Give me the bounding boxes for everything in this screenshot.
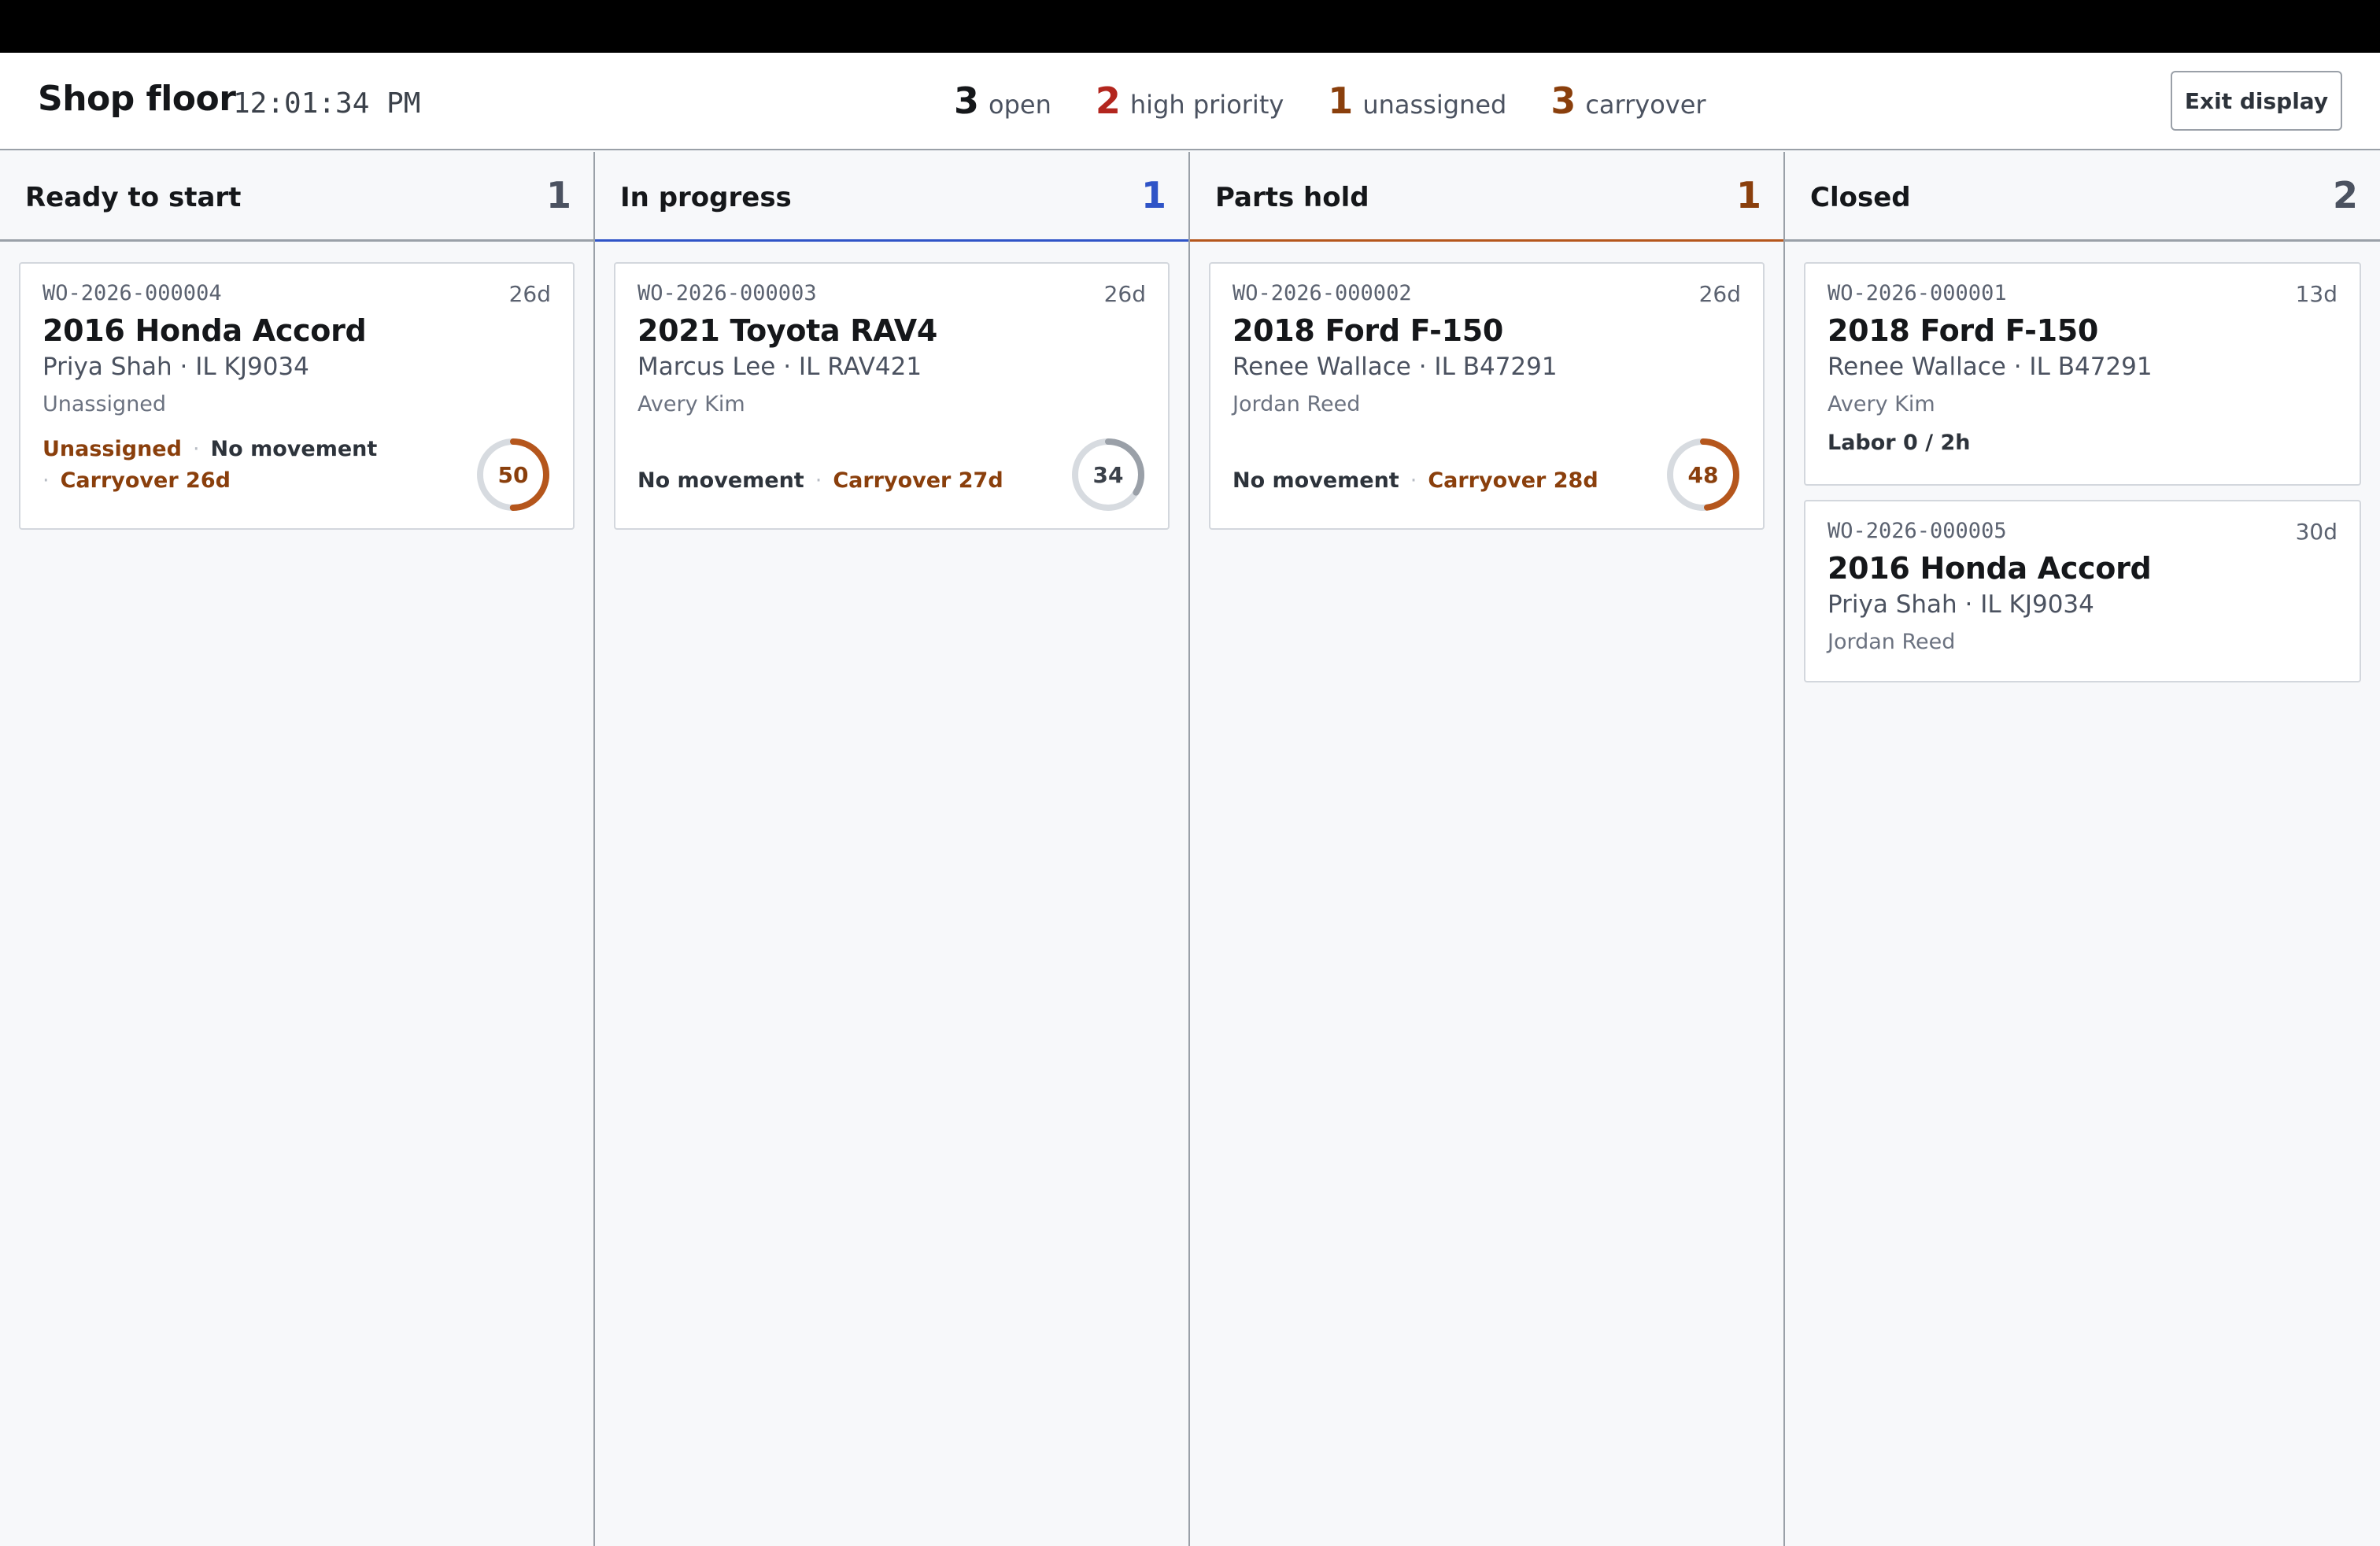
stat-label: carryover — [1585, 90, 1706, 120]
work-order-age: 26d — [1698, 281, 1741, 307]
work-order-age: 30d — [2295, 519, 2338, 545]
card-list: WO-2026-000002 26d 2018 Ford F-150 Renee… — [1190, 242, 1783, 530]
customer-plate: Priya Shah · IL KJ9034 — [42, 353, 309, 381]
header: Shop floor 12:01:34 PM 3 open 2 high pri… — [0, 53, 2380, 150]
work-order-age: 26d — [508, 281, 551, 307]
flag-no-movement: No movement — [638, 468, 804, 493]
column-header: In progress 1 — [595, 152, 1188, 242]
vehicle-name: 2016 Honda Accord — [42, 313, 367, 348]
vehicle-name: 2018 Ford F-150 — [1828, 313, 2099, 348]
separator-dot: · — [192, 437, 200, 461]
progress-value: 34 — [1093, 462, 1124, 488]
progress-ring: 50 — [477, 438, 549, 511]
stat-label: unassigned — [1362, 90, 1507, 120]
work-order-card[interactable]: WO-2026-000002 26d 2018 Ford F-150 Renee… — [1209, 262, 1765, 530]
clock: 12:01:34 PM — [233, 87, 421, 120]
column-header: Parts hold 1 — [1190, 152, 1783, 242]
separator-dot: · — [815, 468, 822, 493]
status-flags: No movement · Carryover 28d — [1232, 465, 1642, 497]
column-count: 1 — [1735, 174, 1761, 216]
work-order-number: WO-2026-000003 — [638, 281, 817, 305]
column-title: Closed — [1810, 182, 1911, 213]
column-title: In progress — [620, 182, 792, 213]
work-order-number: WO-2026-000005 — [1828, 519, 2007, 543]
column-count: 1 — [545, 174, 571, 216]
technician: Jordan Reed — [1828, 630, 1956, 654]
flag-no-movement: No movement — [1232, 468, 1399, 493]
flag-carryover: Carryover 28d — [1428, 468, 1598, 493]
vehicle-name: 2016 Honda Accord — [1828, 551, 2152, 586]
separator-dot: · — [42, 468, 50, 493]
work-order-number: WO-2026-000001 — [1828, 281, 2007, 305]
customer-plate: Renee Wallace · IL B47291 — [1232, 353, 1558, 381]
vehicle-name: 2021 Toyota RAV4 — [638, 313, 938, 348]
column-ready-to-start: Ready to start 1 WO-2026-000004 26d 2016… — [0, 152, 595, 1546]
column-title: Ready to start — [25, 182, 242, 213]
stat-unassigned: 1 unassigned — [1328, 80, 1506, 122]
column-header: Ready to start 1 — [0, 152, 593, 242]
flag-unassigned: Unassigned — [42, 437, 182, 461]
work-order-card[interactable]: WO-2026-000001 13d 2018 Ford F-150 Renee… — [1804, 262, 2361, 486]
card-list: WO-2026-000003 26d 2021 Toyota RAV4 Marc… — [595, 242, 1188, 530]
customer-plate: Marcus Lee · IL RAV421 — [638, 353, 922, 381]
progress-value: 48 — [1688, 462, 1719, 488]
column-count: 1 — [1140, 174, 1166, 216]
technician: Jordan Reed — [1232, 392, 1361, 416]
customer-plate: Renee Wallace · IL B47291 — [1828, 353, 2153, 381]
flag-no-movement: No movement — [210, 437, 378, 461]
vehicle-name: 2018 Ford F-150 — [1232, 313, 1504, 348]
column-count: 2 — [2332, 174, 2358, 216]
summary-stats: 3 open 2 high priority 1 unassigned 3 ca… — [954, 80, 1706, 127]
column-title: Parts hold — [1215, 182, 1369, 213]
labor-hours: Labor 0 / 2h — [1828, 431, 1971, 455]
status-flags: No movement · Carryover 27d — [638, 465, 1047, 497]
work-order-age: 26d — [1103, 281, 1146, 307]
column-closed: Closed 2 WO-2026-000001 13d 2018 Ford F-… — [1785, 152, 2380, 1546]
progress-ring: 34 — [1072, 438, 1144, 511]
technician: Unassigned — [42, 392, 167, 416]
status-flags: Unassigned · No movement · Carryover 26d — [42, 434, 452, 497]
stat-value: 3 — [1550, 80, 1576, 122]
stat-value: 2 — [1095, 80, 1121, 122]
stat-label: open — [989, 90, 1051, 120]
board-columns: Ready to start 1 WO-2026-000004 26d 2016… — [0, 152, 2380, 1546]
card-list: WO-2026-000001 13d 2018 Ford F-150 Renee… — [1785, 242, 2380, 682]
work-order-card[interactable]: WO-2026-000005 30d 2016 Honda Accord Pri… — [1804, 500, 2361, 682]
top-black-bar — [0, 0, 2380, 53]
progress-value: 50 — [498, 462, 529, 488]
column-in-progress: In progress 1 WO-2026-000003 26d 2021 To… — [595, 152, 1190, 1546]
flag-carryover: Carryover 27d — [833, 468, 1003, 493]
stat-label: high priority — [1129, 90, 1284, 120]
column-parts-hold: Parts hold 1 WO-2026-000002 26d 2018 For… — [1190, 152, 1785, 1546]
technician: Avery Kim — [638, 392, 745, 416]
card-list: WO-2026-000004 26d 2016 Honda Accord Pri… — [0, 242, 593, 530]
work-order-card[interactable]: WO-2026-000004 26d 2016 Honda Accord Pri… — [19, 262, 575, 530]
stat-carryover: 3 carryover — [1550, 80, 1706, 122]
customer-plate: Priya Shah · IL KJ9034 — [1828, 590, 2094, 619]
technician: Avery Kim — [1828, 392, 1935, 416]
progress-ring: 48 — [1667, 438, 1739, 511]
column-header: Closed 2 — [1785, 152, 2380, 242]
separator-dot: · — [1410, 468, 1417, 493]
work-order-age: 13d — [2295, 281, 2338, 307]
stat-high-priority: 2 high priority — [1096, 80, 1284, 122]
exit-display-button[interactable]: Exit display — [2171, 71, 2342, 131]
stat-value: 3 — [954, 80, 980, 122]
stat-value: 1 — [1328, 80, 1354, 122]
work-order-number: WO-2026-000004 — [42, 281, 222, 305]
work-order-card[interactable]: WO-2026-000003 26d 2021 Toyota RAV4 Marc… — [614, 262, 1170, 530]
work-order-number: WO-2026-000002 — [1232, 281, 1412, 305]
page-title: Shop floor — [38, 79, 236, 119]
flag-carryover: Carryover 26d — [60, 468, 231, 493]
stat-open: 3 open — [954, 80, 1051, 122]
